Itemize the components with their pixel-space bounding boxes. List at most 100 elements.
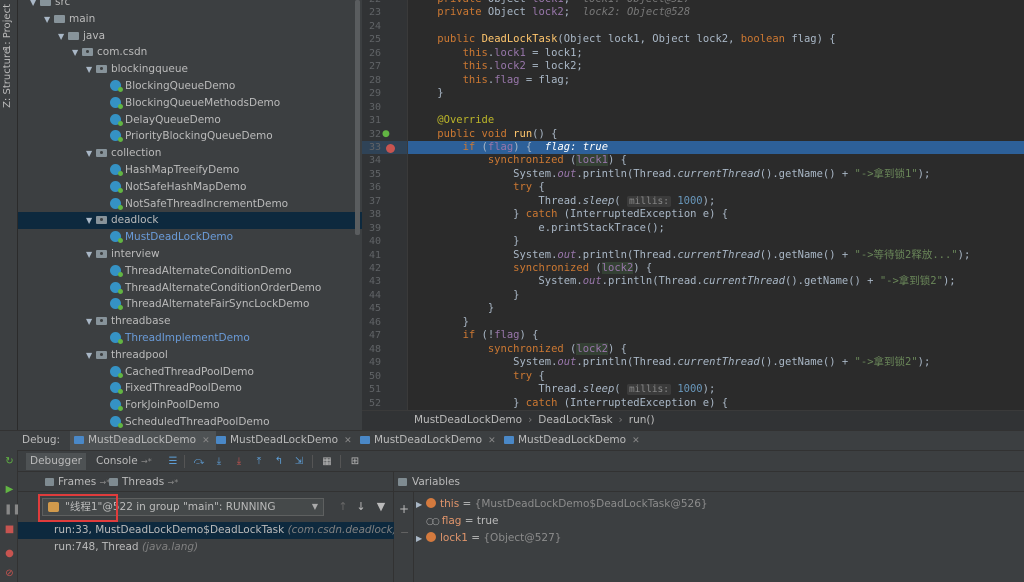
line-number[interactable]: 40 bbox=[369, 235, 381, 249]
line-number[interactable]: 26 bbox=[369, 47, 381, 61]
code-line[interactable]: synchronized (lock2) { bbox=[408, 262, 1024, 276]
console-tab[interactable]: Console →* bbox=[92, 453, 156, 470]
tree-item[interactable]: ▼ src bbox=[18, 0, 362, 11]
tree-item[interactable]: HashMapTreeifyDemo bbox=[18, 162, 362, 179]
code-line[interactable]: } catch (InterruptedException e) { bbox=[408, 397, 1024, 411]
step-over-icon[interactable]: ⤼ bbox=[192, 455, 206, 468]
code-line[interactable]: this.flag = flag; bbox=[408, 74, 1024, 88]
tree-item[interactable]: ThreadAlternateConditionDemo bbox=[18, 263, 362, 280]
tree-item[interactable]: BlockingQueueDemo bbox=[18, 78, 362, 95]
add-watch-icon[interactable]: + bbox=[399, 502, 409, 516]
line-number[interactable]: 33 bbox=[369, 141, 381, 155]
tree-scrollbar[interactable] bbox=[355, 0, 360, 235]
expand-arrow-icon[interactable]: ▼ bbox=[44, 11, 54, 28]
line-number[interactable]: 29 bbox=[369, 87, 381, 101]
line-number[interactable]: 49 bbox=[369, 356, 381, 370]
view-breakpoints-icon[interactable]: ● bbox=[4, 548, 15, 559]
tree-item[interactable]: ▼ threadbase bbox=[18, 313, 362, 330]
line-number[interactable]: 37 bbox=[369, 195, 381, 209]
debug-session-tab[interactable]: MustDeadLockDemo ✕ bbox=[70, 431, 216, 451]
run-to-cursor-icon[interactable]: ⇲ bbox=[292, 455, 306, 468]
code-line[interactable]: Thread.sleep( millis: 1000); bbox=[408, 383, 1024, 397]
show-execution-point-icon[interactable]: ☰ bbox=[166, 455, 180, 468]
code-line[interactable]: Thread.sleep( millis: 1000); bbox=[408, 195, 1024, 209]
line-number[interactable]: 35 bbox=[369, 168, 381, 182]
expand-arrow-icon[interactable]: ▶ bbox=[416, 496, 426, 513]
expand-arrow-icon[interactable]: ▼ bbox=[86, 347, 96, 364]
code-line[interactable] bbox=[408, 101, 1024, 115]
code-line[interactable]: try { bbox=[408, 181, 1024, 195]
expand-arrow-icon[interactable]: ▶ bbox=[416, 530, 426, 547]
variable-row[interactable]: ▶ this = {MustDeadLockDemo$DeadLockTask@5… bbox=[416, 496, 708, 513]
drop-frame-icon[interactable]: ↰ bbox=[272, 455, 286, 468]
line-number[interactable]: 47 bbox=[369, 329, 381, 343]
line-number[interactable]: 34 bbox=[369, 154, 381, 168]
tree-item[interactable]: ▼ com.csdn bbox=[18, 44, 362, 61]
close-icon[interactable]: ✕ bbox=[632, 436, 640, 446]
tree-item[interactable]: ▼ interview bbox=[18, 246, 362, 263]
code-line[interactable]: System.out.println(Thread.currentThread(… bbox=[408, 275, 1024, 289]
stack-frame-row[interactable]: run:33, MustDeadLockDemo$DeadLockTask (c… bbox=[18, 522, 397, 539]
tree-item[interactable]: PriorityBlockingQueueDemo bbox=[18, 128, 362, 145]
code-line[interactable]: } bbox=[408, 87, 1024, 101]
expand-arrow-icon[interactable]: ▼ bbox=[30, 0, 40, 11]
tree-item[interactable]: ▼ main bbox=[18, 11, 362, 28]
expand-arrow-icon[interactable]: ▼ bbox=[86, 212, 96, 229]
close-icon[interactable]: ✕ bbox=[488, 436, 496, 446]
line-number[interactable]: 32 bbox=[369, 128, 381, 142]
line-number[interactable]: 27 bbox=[369, 60, 381, 74]
line-number[interactable]: 28 bbox=[369, 74, 381, 88]
line-number[interactable]: 25 bbox=[369, 33, 381, 47]
resume-icon[interactable]: ▶ bbox=[4, 484, 15, 495]
tree-item[interactable]: NotSafeThreadIncrementDemo bbox=[18, 196, 362, 213]
breadcrumb-inner-class[interactable]: DeadLockTask bbox=[538, 414, 612, 426]
line-number[interactable]: 50 bbox=[369, 370, 381, 384]
tree-item[interactable]: ▼ deadlock bbox=[18, 212, 362, 230]
tree-item[interactable]: ThreadImplementDemo bbox=[18, 330, 362, 347]
line-number[interactable]: 52 bbox=[369, 397, 381, 411]
tree-item[interactable]: BlockingQueueMethodsDemo bbox=[18, 95, 362, 112]
code-line[interactable]: System.out.println(Thread.currentThread(… bbox=[408, 356, 1024, 370]
line-number[interactable]: 23 bbox=[369, 6, 381, 20]
mute-breakpoints-icon[interactable]: ⊘ bbox=[4, 568, 15, 579]
tree-item[interactable]: ThreadAlternateFairSyncLockDemo bbox=[18, 296, 362, 313]
line-number[interactable]: 51 bbox=[369, 383, 381, 397]
code-editor[interactable]: private Object lock1; lock1: Object@527 … bbox=[408, 0, 1024, 410]
breakpoint-icon[interactable] bbox=[386, 144, 395, 153]
tree-item[interactable]: NotSafeHashMapDemo bbox=[18, 179, 362, 196]
rerun-icon[interactable]: ↻ bbox=[4, 456, 15, 467]
stop-icon[interactable]: ■ bbox=[4, 524, 15, 535]
tree-item[interactable]: CachedThreadPoolDemo bbox=[18, 364, 362, 381]
code-line[interactable]: try { bbox=[408, 370, 1024, 384]
code-line[interactable]: this.lock1 = lock1; bbox=[408, 47, 1024, 61]
tree-item[interactable]: ScheduledThreadPoolDemo bbox=[18, 414, 362, 430]
debug-session-tab[interactable]: MustDeadLockDemo ✕ bbox=[356, 431, 502, 451]
code-line[interactable]: System.out.println(Thread.currentThread(… bbox=[408, 168, 1024, 182]
tree-item[interactable]: DelayQueueDemo bbox=[18, 112, 362, 129]
expand-arrow-icon[interactable]: ▼ bbox=[58, 28, 68, 45]
line-number[interactable]: 36 bbox=[369, 181, 381, 195]
line-number[interactable]: 48 bbox=[369, 343, 381, 357]
code-line[interactable] bbox=[408, 20, 1024, 34]
tree-item[interactable]: ForkJoinPoolDemo bbox=[18, 397, 362, 414]
structure-tool-tab[interactable]: Z: Structure bbox=[2, 48, 13, 108]
variable-row[interactable]: ▶ lock1 = {Object@527} bbox=[416, 530, 561, 547]
step-into-icon[interactable]: ⤓ bbox=[212, 455, 226, 468]
breadcrumb-class[interactable]: MustDeadLockDemo bbox=[414, 414, 522, 426]
code-line[interactable]: synchronized (lock2) { bbox=[408, 342, 1024, 357]
evaluate-expression-icon[interactable]: ▦ bbox=[320, 455, 334, 468]
code-line[interactable]: } bbox=[408, 289, 1024, 303]
code-line[interactable]: } bbox=[408, 302, 1024, 316]
expand-arrow-icon[interactable]: ▼ bbox=[86, 313, 96, 330]
restore-layout-icon[interactable]: ⊞ bbox=[348, 455, 362, 468]
tree-item[interactable]: ▼ java bbox=[18, 28, 362, 45]
force-step-into-icon[interactable]: ⤓ bbox=[232, 455, 246, 468]
tree-item[interactable]: ThreadAlternateConditionOrderDemo bbox=[18, 280, 362, 297]
code-line[interactable]: System.out.println(Thread.currentThread(… bbox=[408, 249, 1024, 263]
expand-arrow-icon[interactable]: ▼ bbox=[86, 246, 96, 263]
remove-watch-icon[interactable]: − bbox=[400, 526, 409, 539]
tree-item[interactable]: ▼ blockingqueue bbox=[18, 61, 362, 78]
expand-arrow-icon[interactable]: ▼ bbox=[86, 61, 96, 78]
line-number[interactable]: 45 bbox=[369, 302, 381, 316]
line-number[interactable]: 30 bbox=[369, 101, 381, 115]
